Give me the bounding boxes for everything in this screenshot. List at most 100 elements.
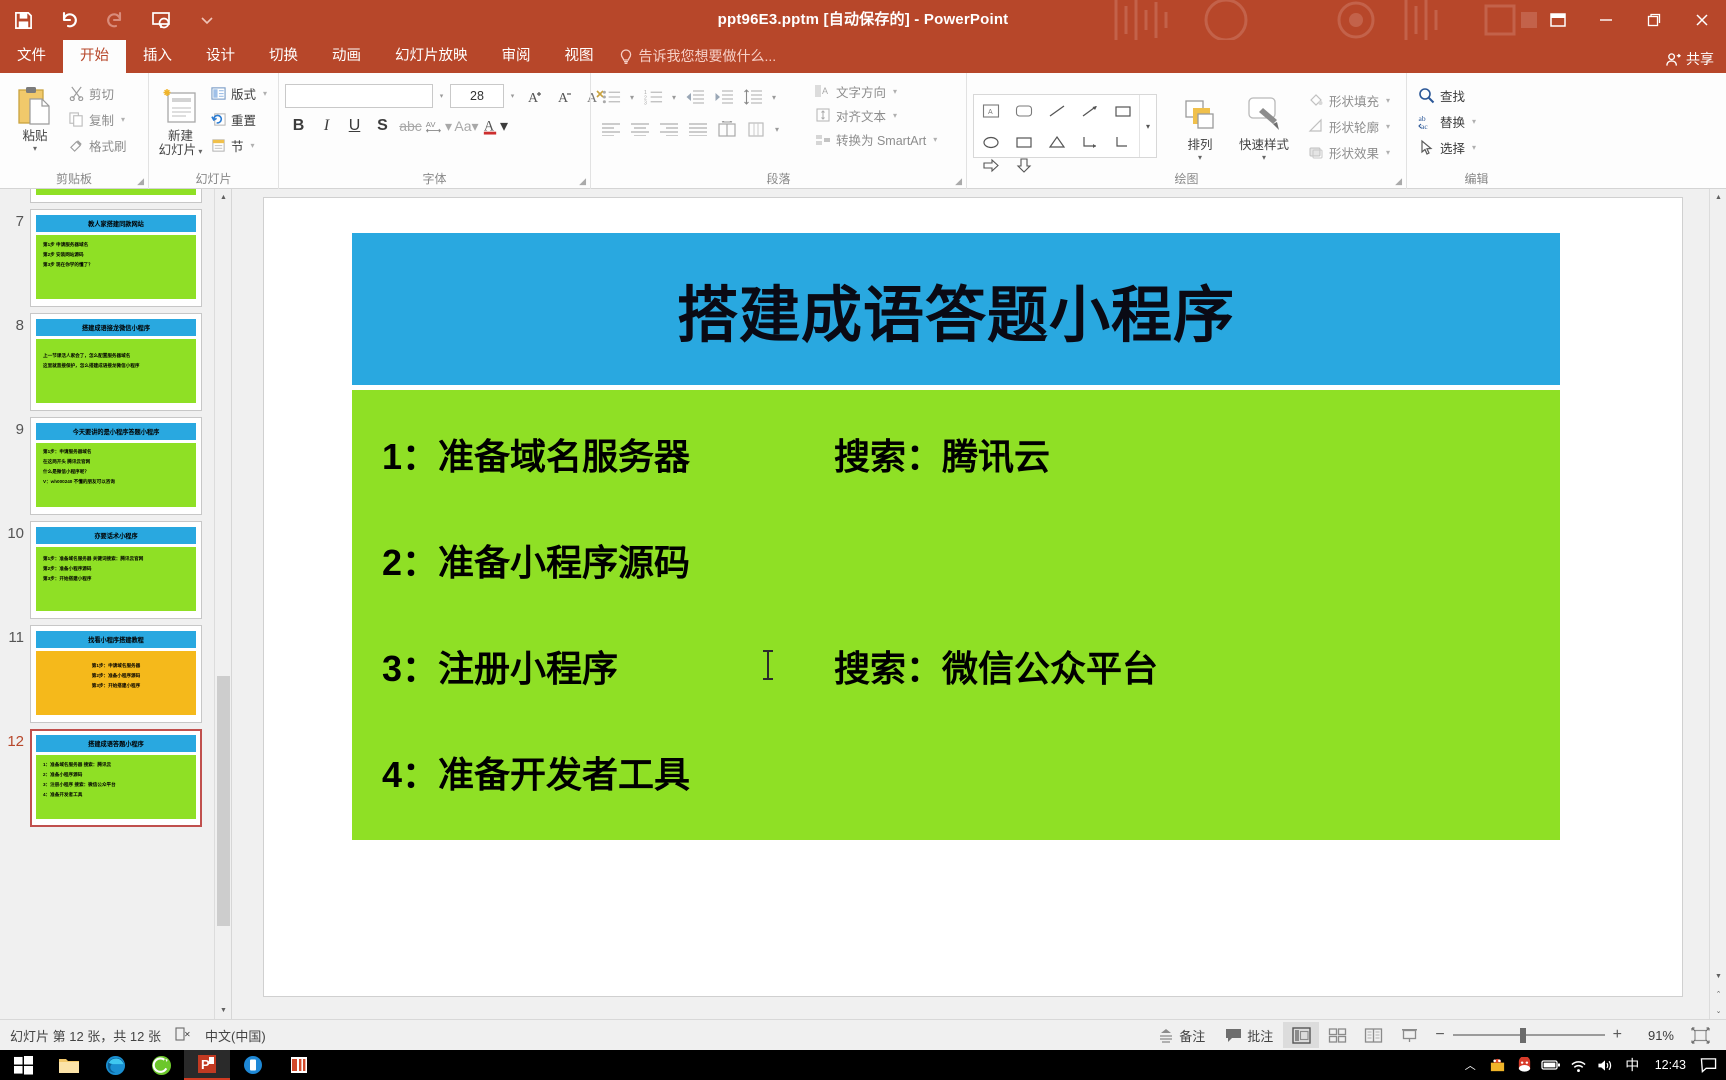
shape-elbow-connector-icon[interactable] [1073, 126, 1106, 157]
shape-rounded-rect-icon[interactable] [1007, 95, 1040, 126]
shape-outline-button[interactable]: 形状轮廓 ▾ [1303, 114, 1395, 138]
section-button[interactable]: 节 ▾ [206, 133, 272, 157]
slideshow-view-button[interactable] [1391, 1022, 1427, 1048]
slide-title-placeholder[interactable]: 搭建成语答题小程序 [352, 233, 1560, 385]
format-painter-button[interactable]: 格式刷 [64, 133, 132, 157]
tab-transitions[interactable]: 切换 [252, 40, 315, 73]
text-shadow-button[interactable]: S [369, 113, 396, 139]
edge-browser-icon[interactable] [92, 1050, 138, 1080]
font-size-input[interactable]: 28 [450, 84, 504, 108]
convert-smartart-button[interactable]: 转换为 SmartArt ▾ [810, 127, 960, 151]
align-right-button[interactable] [655, 115, 683, 143]
zoom-slider-handle[interactable] [1520, 1028, 1526, 1043]
bullets-dropdown-icon[interactable]: ▾ [626, 83, 638, 111]
notes-button[interactable]: 备注 [1148, 1022, 1215, 1048]
font-dialog-launcher[interactable]: ◢ [579, 176, 586, 187]
tab-review[interactable]: 审阅 [485, 40, 548, 73]
quick-styles-dropdown-icon[interactable]: ▾ [1262, 154, 1266, 162]
restore-icon[interactable] [1630, 0, 1678, 40]
notification-icon[interactable] [1695, 1050, 1722, 1080]
new-slide-dropdown-icon[interactable]: ▾ [196, 147, 202, 156]
align-text-dropdown-icon[interactable]: ▾ [893, 111, 897, 120]
paste-button[interactable]: 粘贴 ▾ [6, 77, 64, 153]
font-name-input[interactable] [285, 84, 433, 108]
columns-button[interactable] [713, 115, 741, 143]
convert-smartart-dropdown-icon[interactable]: ▾ [933, 135, 937, 144]
scroll-down-icon[interactable]: ▼ [1710, 968, 1726, 985]
new-slide-button[interactable]: 新建幻灯片 ▾ [155, 77, 206, 157]
text-direction-button[interactable]: A 文字方向 ▾ [810, 79, 960, 103]
thumbnail-slide[interactable]: 搭建成语接龙微信小程序 上一节课活人家会了，怎么配置服务器域名 这里就直接保护，… [30, 313, 202, 411]
select-dropdown-icon[interactable]: ▾ [1472, 143, 1476, 152]
shape-fill-button[interactable]: 形状填充 ▾ [1303, 88, 1395, 112]
replace-button[interactable]: abac 替换 ▾ [1413, 109, 1481, 133]
shape-outline-dropdown-icon[interactable]: ▾ [1386, 122, 1390, 131]
language-label[interactable]: 中文(中国) [205, 1026, 266, 1045]
align-center-button[interactable] [626, 115, 654, 143]
font-name-dropdown-icon[interactable]: ▾ [436, 84, 447, 108]
tab-home[interactable]: 开始 [63, 40, 126, 73]
shape-triangle-icon[interactable] [1040, 126, 1073, 157]
slide-edit-area[interactable]: 搭建成语答题小程序 1：准备域名服务器 搜索：腾讯云 2：准备小程序源码 3：注… [233, 189, 1709, 1019]
fit-slide-button[interactable] [1682, 1022, 1718, 1048]
grow-font-button[interactable]: A [521, 83, 548, 109]
zoom-slider[interactable] [1453, 1027, 1605, 1043]
minimize-icon[interactable] [1582, 0, 1630, 40]
shape-line-icon[interactable] [1040, 95, 1073, 126]
align-text-button[interactable]: 对齐文本 ▾ [810, 103, 960, 127]
text-direction-dropdown-icon[interactable]: ▾ [893, 87, 897, 96]
start-slideshow-icon[interactable] [138, 0, 184, 40]
show-hidden-icons-button[interactable]: ︿ [1457, 1050, 1484, 1080]
ribbon-display-options-icon[interactable] [1534, 0, 1582, 40]
shape-connector2-icon[interactable] [1106, 126, 1139, 157]
paragraph-dialog-launcher[interactable]: ◢ [955, 176, 962, 187]
thumbnail-item-8[interactable]: 8 搭建成语接龙微信小程序 上一节课活人家会了，怎么配置服务器域名 这里就直接保… [0, 313, 232, 411]
tab-design[interactable]: 设计 [189, 40, 252, 73]
thumbnail-item-9[interactable]: 9 今天要讲的是小程序答题小程序 第1步：申请服务器域名 在这两开头 腾讯云官网… [0, 417, 232, 515]
scroll-up-icon[interactable]: ▲ [1710, 189, 1726, 206]
powerpoint-icon[interactable]: P [184, 1050, 230, 1080]
change-case-dropdown-icon[interactable]: ▾ [472, 118, 479, 135]
file-explorer-icon[interactable] [46, 1050, 92, 1080]
zoom-out-button[interactable]: − [1435, 1026, 1444, 1044]
phone-link-icon[interactable] [230, 1050, 276, 1080]
scroll-down-icon[interactable]: ▼ [215, 1002, 232, 1019]
paste-dropdown-icon[interactable]: ▾ [33, 145, 37, 153]
increase-indent-button[interactable] [710, 83, 738, 111]
thumbnail-slide-selected[interactable]: 搭建成语答题小程序 1：准备域名服务器 搜索：腾讯云 2：准备小程序源码 3：注… [30, 729, 202, 827]
line-spacing-dropdown-icon[interactable]: ▾ [768, 83, 780, 111]
qat-more-icon[interactable] [184, 0, 230, 40]
slide-sorter-view-button[interactable] [1319, 1022, 1355, 1048]
shape-effects-dropdown-icon[interactable]: ▾ [1386, 148, 1390, 157]
undo-icon[interactable] [46, 0, 92, 40]
character-spacing-dropdown-icon[interactable]: ▾ [445, 118, 452, 135]
tray-app-2-icon[interactable] [1511, 1050, 1538, 1080]
copy-dropdown-icon[interactable]: ▾ [121, 115, 125, 124]
drawing-dialog-launcher[interactable]: ◢ [1395, 176, 1402, 187]
select-button[interactable]: 选择 ▾ [1413, 135, 1481, 159]
quick-styles-button[interactable]: 快速样式 ▾ [1231, 86, 1297, 162]
bold-button[interactable]: B [285, 113, 312, 139]
shapes-gallery[interactable]: A ▾ [973, 94, 1157, 158]
replace-dropdown-icon[interactable]: ▾ [1472, 117, 1476, 126]
shapes-gallery-more-icon[interactable]: ▾ [1139, 95, 1156, 157]
thumbnail-item-7[interactable]: 7 教人家搭建同款网站 第1步 申请服务器域名 第2步 安装网站源码 第3步 现… [0, 209, 232, 307]
browser-360-icon[interactable] [138, 1050, 184, 1080]
tab-insert[interactable]: 插入 [126, 40, 189, 73]
columns-dropdown-icon[interactable]: ▾ [771, 115, 783, 143]
wifi-icon[interactable] [1565, 1050, 1592, 1080]
tab-slideshow[interactable]: 幻灯片放映 [378, 40, 485, 73]
zoom-control[interactable]: − + 91% [1427, 1026, 1682, 1044]
shape-effects-button[interactable]: 形状效果 ▾ [1303, 140, 1395, 164]
document-app-icon[interactable] [276, 1050, 322, 1080]
next-slide-icon[interactable]: ⌄ [1710, 1002, 1726, 1019]
character-spacing-button[interactable]: AV ▾ [425, 113, 452, 139]
clipboard-dialog-launcher[interactable]: ◢ [137, 176, 144, 187]
ime-chinese-icon[interactable]: 中 [1619, 1050, 1646, 1080]
numbering-button[interactable]: 123 [639, 83, 667, 111]
shape-ellipse-icon[interactable] [974, 126, 1007, 157]
slide-thumbnail-pane[interactable]: 6 7 教人家搭建同款网站 第1步 申请服务器域名 第2步 安装网站源码 第3步… [0, 189, 232, 1019]
spellcheck-icon[interactable]: ✕ [175, 1026, 191, 1045]
bullets-button[interactable] [597, 83, 625, 111]
reading-view-button[interactable] [1355, 1022, 1391, 1048]
